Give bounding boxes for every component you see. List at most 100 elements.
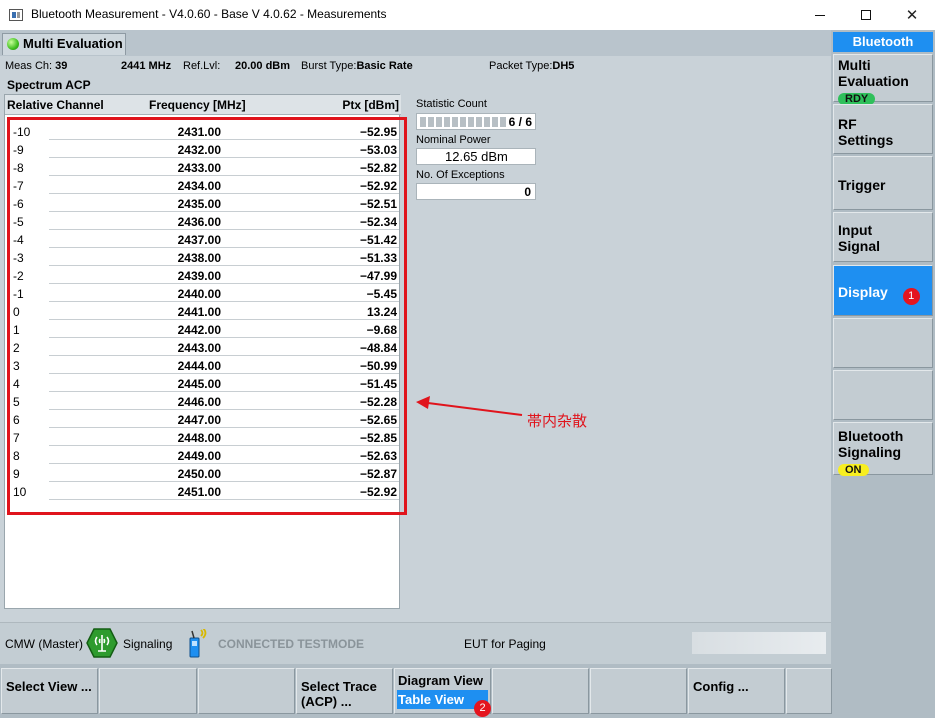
sidebar-empty-1[interactable] (833, 318, 933, 368)
sidebar-empty-2[interactable] (833, 370, 933, 420)
progress-segment (484, 117, 490, 127)
sidebar-header: Bluetooth (833, 32, 933, 52)
row-ptx: −50.99 (359, 359, 397, 373)
softkey-empty-7[interactable] (590, 668, 687, 714)
sidebar-item-multi-evaluation[interactable]: Multi Evaluation RDY (833, 54, 933, 105)
packet-label: Packet Type: (489, 60, 553, 72)
title-bar: Bluetooth Measurement - V4.0.60 - Base V… (0, 0, 935, 30)
acp-table: Relative Channel Frequency [MHz] Ptx [dB… (4, 94, 401, 609)
row-frequency: 2441.00 (177, 305, 221, 319)
row-channel: 10 (13, 485, 27, 499)
select-view-button[interactable]: Select View ... (1, 668, 98, 714)
softkey-empty-2[interactable] (99, 668, 197, 714)
table-row: -5 2436.00 −52.34 (5, 212, 401, 230)
nominal-power-label: Nominal Power (416, 134, 491, 146)
statistic-count-label: Statistic Count (416, 98, 487, 110)
multi-eval-label: Multi Evaluation (838, 57, 909, 89)
rf-settings-label: RF Settings (838, 116, 894, 148)
row-ptx: −52.63 (359, 449, 397, 463)
row-channel: 7 (13, 431, 20, 445)
select-trace-button[interactable]: Select Trace (ACP) ... (296, 668, 393, 714)
minimize-button[interactable] (797, 0, 843, 30)
row-ptx: −52.92 (359, 179, 397, 193)
burst-label: Burst Type: (301, 60, 357, 72)
softkey-empty-3[interactable] (198, 668, 295, 714)
table-row: 1 2442.00 −9.68 (5, 320, 401, 338)
row-channel: -9 (13, 143, 24, 157)
close-button[interactable]: ✕ (889, 0, 935, 30)
header-relative-channel: Relative Channel (7, 98, 104, 112)
status-master: CMW (Master) (5, 637, 83, 651)
table-row: 3 2444.00 −50.99 (5, 356, 401, 374)
row-frequency: 2433.00 (177, 161, 221, 175)
nominal-power-box: 12.65 dBm (416, 148, 536, 165)
table-view-label: Table View (398, 692, 464, 707)
softkey-empty-6[interactable] (492, 668, 589, 714)
tab-strip: Multi Evaluation (0, 30, 831, 56)
softkey-empty-9[interactable] (786, 668, 832, 714)
table-row: 9 2450.00 −52.87 (5, 464, 401, 482)
sidebar-item-input-signal[interactable]: Input Signal (833, 212, 933, 262)
diagram-view-option[interactable]: Diagram View (397, 671, 490, 690)
row-channel: -10 (13, 125, 31, 139)
row-frequency: 2450.00 (177, 467, 221, 481)
table-row: -2 2439.00 −47.99 (5, 266, 401, 284)
row-frequency: 2440.00 (177, 287, 221, 301)
meas-ch-label: Meas Ch: (5, 60, 53, 72)
row-channel: -3 (13, 251, 24, 265)
row-ptx: −5.45 (366, 287, 397, 301)
row-channel: 8 (13, 449, 20, 463)
progress-segment (492, 117, 498, 127)
row-ptx: −52.87 (359, 467, 397, 481)
progress-segment (420, 117, 426, 127)
exceptions-value: 0 (524, 185, 531, 199)
row-channel: -5 (13, 215, 24, 229)
row-frequency: 2444.00 (177, 359, 221, 373)
burst-info: Burst Type:Basic Rate (301, 60, 413, 72)
burst-value: Basic Rate (356, 60, 413, 72)
display-badge: 1 (902, 288, 920, 305)
config-button[interactable]: Config ... (688, 668, 785, 714)
section-title: Spectrum ACP (7, 78, 91, 92)
display-label: Display (838, 284, 888, 300)
packet-info: Packet Type:DH5 (489, 60, 574, 72)
row-ptx: −52.85 (359, 431, 397, 445)
row-ptx: −47.99 (359, 269, 397, 283)
row-ptx: −52.28 (359, 395, 397, 409)
row-frequency: 2434.00 (177, 179, 221, 193)
table-row: 8 2449.00 −52.63 (5, 446, 401, 464)
tab-multi-evaluation[interactable]: Multi Evaluation (2, 33, 126, 55)
ref-lvl-value: 20.00 dBm (235, 60, 291, 72)
status-led-icon (7, 38, 19, 50)
close-icon: ✕ (905, 7, 919, 24)
status-eut: EUT for Paging (464, 637, 546, 651)
table-row: 5 2446.00 −52.28 (5, 392, 401, 410)
progress-segment (476, 117, 482, 127)
freq-value: 2441 MHz (121, 60, 172, 72)
table-row: -1 2440.00 −5.45 (5, 284, 401, 302)
sidebar-item-rf-settings[interactable]: RF Settings (833, 104, 933, 154)
sidebar-item-trigger[interactable]: Trigger (833, 156, 933, 210)
table-header: Relative Channel Frequency [MHz] Ptx [dB… (5, 95, 401, 115)
annotation-text: 帯内杂散 (527, 412, 588, 430)
maximize-button[interactable] (843, 0, 889, 30)
row-frequency: 2447.00 (177, 413, 221, 427)
header-ptx: Ptx [dBm] (342, 98, 399, 112)
table-row: 10 2451.00 −52.92 (5, 482, 401, 500)
bt-signaling-state: ON (838, 464, 869, 476)
table-row: 2 2443.00 −48.84 (5, 338, 401, 356)
row-ptx: −48.84 (359, 341, 397, 355)
sidebar-item-bt-signaling[interactable]: Bluetooth Signaling ON (833, 422, 933, 476)
row-frequency: 2446.00 (177, 395, 221, 409)
row-frequency: 2439.00 (177, 269, 221, 283)
row-ptx: −51.42 (359, 233, 397, 247)
table-row: -7 2434.00 −52.92 (5, 176, 401, 194)
row-channel: -4 (13, 233, 24, 247)
row-channel: 2 (13, 341, 20, 355)
row-ptx: −52.95 (359, 125, 397, 139)
tab-label: Multi Evaluation (23, 36, 123, 51)
app-icon (9, 9, 23, 21)
table-row: -6 2435.00 −52.51 (5, 194, 401, 212)
sidebar-item-display[interactable]: Display 1 (833, 265, 933, 316)
freq-info: 2441 MHz (121, 60, 171, 72)
